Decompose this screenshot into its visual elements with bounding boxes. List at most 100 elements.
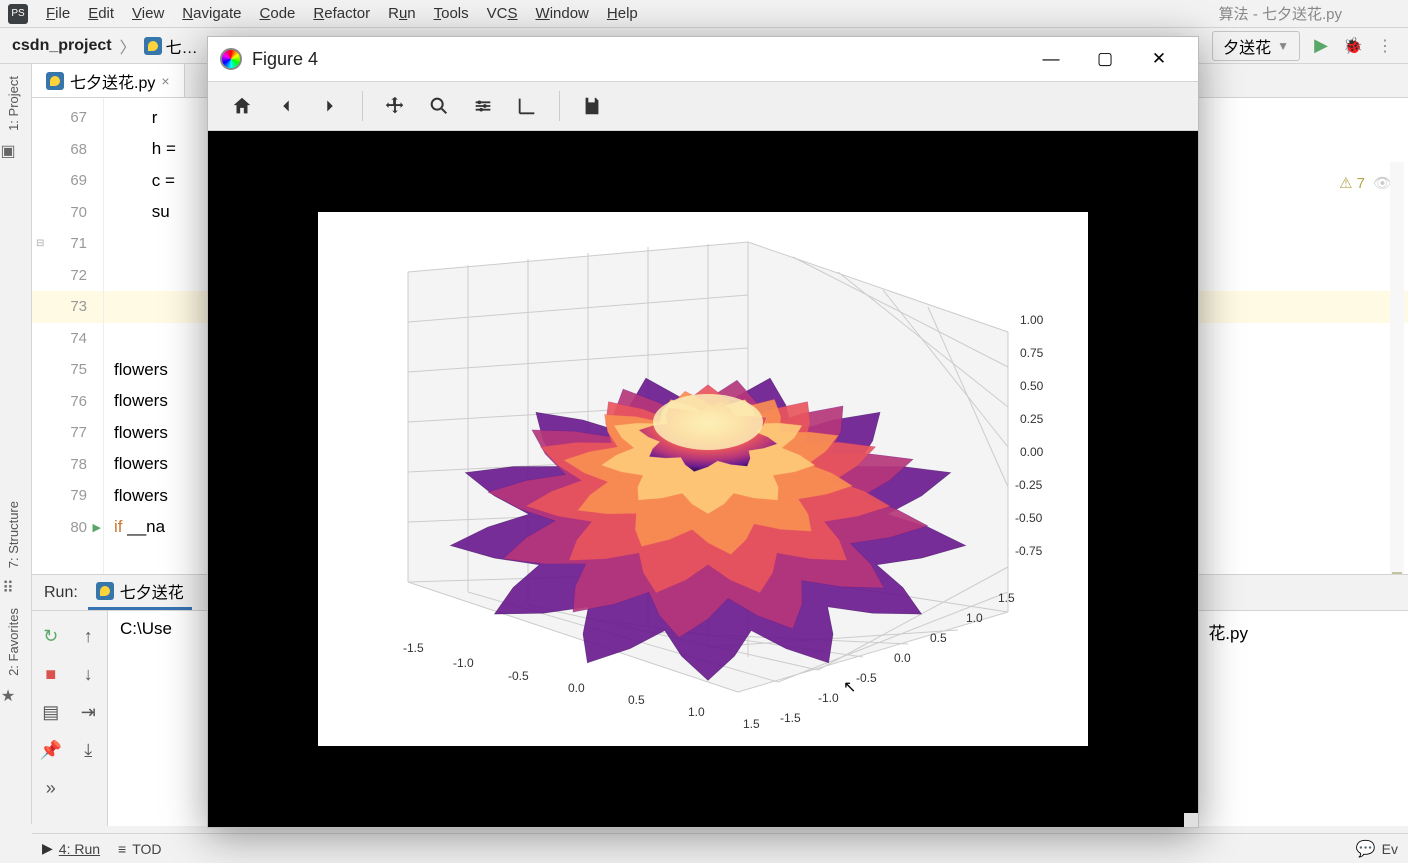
event-log-tab[interactable]: Ev	[1382, 841, 1398, 857]
svg-text:1.00: 1.00	[1020, 313, 1044, 327]
axes-edit-button[interactable]	[507, 86, 547, 126]
figure-title-label: Figure 4	[252, 49, 318, 70]
svg-text:-0.50: -0.50	[1015, 511, 1043, 525]
ide-logo-icon: PS	[8, 4, 28, 24]
structure-tool-tab[interactable]: 7: Structure	[0, 489, 27, 580]
run-header-label: Run:	[44, 584, 78, 602]
console-line: C:\Use	[120, 619, 172, 638]
matplotlib-figure-window: Figure 4 — ▢ ✕	[207, 36, 1199, 828]
menu-vcs[interactable]: VCS	[487, 5, 518, 22]
menu-refactor[interactable]: Refactor	[313, 5, 370, 22]
rerun-button[interactable]: ↻	[32, 617, 70, 655]
svg-text:0.50: 0.50	[1020, 379, 1044, 393]
gutter-line: 78	[32, 449, 103, 481]
svg-text:0.25: 0.25	[1020, 412, 1044, 426]
dropdown-icon: ▼	[1277, 39, 1289, 53]
bottom-run-label: 4: Run	[59, 841, 100, 857]
run-gutter-icon[interactable]: ▶	[93, 521, 101, 534]
todo-tool-tab[interactable]: ≡ TOD	[118, 841, 161, 857]
forward-button[interactable]	[310, 86, 350, 126]
figure-canvas[interactable]: 1.00 0.75 0.50 0.25 0.00 -0.25 -0.50 -0.…	[208, 131, 1198, 827]
subplots-button[interactable]	[463, 86, 503, 126]
svg-text:0.5: 0.5	[930, 631, 947, 645]
more-run-icon[interactable]: ⋮	[1374, 35, 1396, 57]
favorites-star-icon: ★	[0, 688, 16, 704]
svg-text:0.00: 0.00	[1020, 445, 1044, 459]
breadcrumb-file[interactable]: 七…	[144, 34, 198, 58]
run-tab[interactable]: 七夕送花	[88, 575, 192, 610]
pan-button[interactable]	[375, 86, 415, 126]
favorites-tool-tab[interactable]: 2: Favorites	[0, 596, 27, 688]
save-button[interactable]	[572, 86, 612, 126]
menu-view[interactable]: View	[132, 5, 164, 22]
breadcrumb-project[interactable]: csdn_project	[12, 37, 112, 55]
console-tail: 花.py	[1208, 619, 1248, 644]
warnings-count: 7	[1357, 175, 1365, 192]
figure-titlebar[interactable]: Figure 4 — ▢ ✕	[208, 37, 1198, 81]
toolbar-separator	[559, 91, 560, 121]
warnings-indicator[interactable]: ⚠ 7 👁	[1339, 174, 1392, 192]
run-tool-tab[interactable]: ▶ 4: Run	[42, 840, 100, 857]
editor-scrollbar[interactable]	[1390, 162, 1404, 622]
play-icon: ▶	[42, 840, 53, 857]
run-button[interactable]: ▶	[1310, 35, 1332, 57]
close-button[interactable]: ✕	[1132, 39, 1186, 79]
scroll-end-button[interactable]: ⤓	[70, 731, 108, 769]
menu-file[interactable]: File	[46, 5, 70, 22]
menu-navigate[interactable]: Navigate	[182, 5, 241, 22]
gutter-line: 69	[32, 165, 103, 197]
fold-icon[interactable]: ⊟	[36, 238, 44, 249]
svg-text:0.0: 0.0	[894, 651, 911, 665]
menu-run[interactable]: Run	[388, 5, 416, 22]
gutter-line: ▶80	[32, 512, 103, 544]
down-button[interactable]: ↓	[70, 655, 108, 693]
python-file-icon	[144, 37, 162, 55]
breadcrumb-file-label: 七…	[166, 34, 198, 58]
menu-edit[interactable]: Edit	[88, 5, 114, 22]
run-config-label: 夕送花	[1223, 34, 1271, 58]
close-tab-icon[interactable]: ×	[161, 73, 169, 89]
more-button[interactable]: »	[32, 769, 70, 807]
gutter-line: 70	[32, 197, 103, 229]
zoom-button[interactable]	[419, 86, 459, 126]
svg-text:-1.0: -1.0	[453, 656, 474, 670]
svg-text:1.0: 1.0	[688, 705, 705, 719]
gutter-line: 75	[32, 354, 103, 386]
main-menubar: PS File Edit View Navigate Code Refactor…	[0, 0, 1408, 28]
svg-text:-1.5: -1.5	[403, 641, 424, 655]
svg-text:-0.5: -0.5	[856, 671, 877, 685]
bottom-toolbar: ▶ 4: Run ≡ TOD 💬 Ev	[32, 833, 1408, 863]
svg-text:-0.75: -0.75	[1015, 544, 1043, 558]
menu-help[interactable]: Help	[607, 5, 638, 22]
plot-area: 1.00 0.75 0.50 0.25 0.00 -0.25 -0.50 -0.…	[318, 212, 1088, 746]
up-button[interactable]: ↑	[70, 617, 108, 655]
run-config-selector[interactable]: 夕送花 ▼	[1212, 31, 1300, 61]
bottom-todo-label: TOD	[132, 841, 161, 857]
editor-tab-active[interactable]: 七夕送花.py ×	[32, 64, 185, 97]
python-file-icon	[46, 72, 64, 90]
debug-button[interactable]: 🐞	[1342, 35, 1364, 57]
resize-grip-icon[interactable]	[1184, 813, 1198, 827]
editor-tab-label: 七夕送花.py	[70, 69, 155, 93]
run-toolbar: ↻ ↑ ■ ↓ ▤ ⇥ 📌 ⤓ »	[32, 611, 108, 826]
gutter-line: 76	[32, 386, 103, 418]
home-button[interactable]	[222, 86, 262, 126]
pin-button[interactable]: 📌	[32, 731, 70, 769]
maximize-button[interactable]: ▢	[1078, 39, 1132, 79]
back-button[interactable]	[266, 86, 306, 126]
svg-text:1.5: 1.5	[743, 717, 760, 731]
gutter-line: 73	[32, 291, 103, 323]
svg-text:1.5: 1.5	[998, 591, 1015, 605]
layout-button[interactable]: ▤	[32, 693, 70, 731]
menu-tools[interactable]: Tools	[434, 5, 469, 22]
menu-code[interactable]: Code	[260, 5, 296, 22]
warning-icon: ⚠	[1339, 174, 1352, 192]
menu-window[interactable]: Window	[536, 5, 589, 22]
stop-button[interactable]: ■	[32, 655, 70, 693]
z-axis-ticks: 1.00 0.75 0.50 0.25 0.00 -0.25 -0.50 -0.…	[1015, 313, 1044, 558]
project-tool-tab[interactable]: 1: Project	[0, 64, 27, 143]
left-tool-strip: 1: Project ▣ 7: Structure ⠿ 2: Favorites…	[0, 64, 32, 824]
todo-icon: ≡	[118, 841, 126, 857]
soft-wrap-button[interactable]: ⇥	[70, 693, 108, 731]
minimize-button[interactable]: —	[1024, 39, 1078, 79]
